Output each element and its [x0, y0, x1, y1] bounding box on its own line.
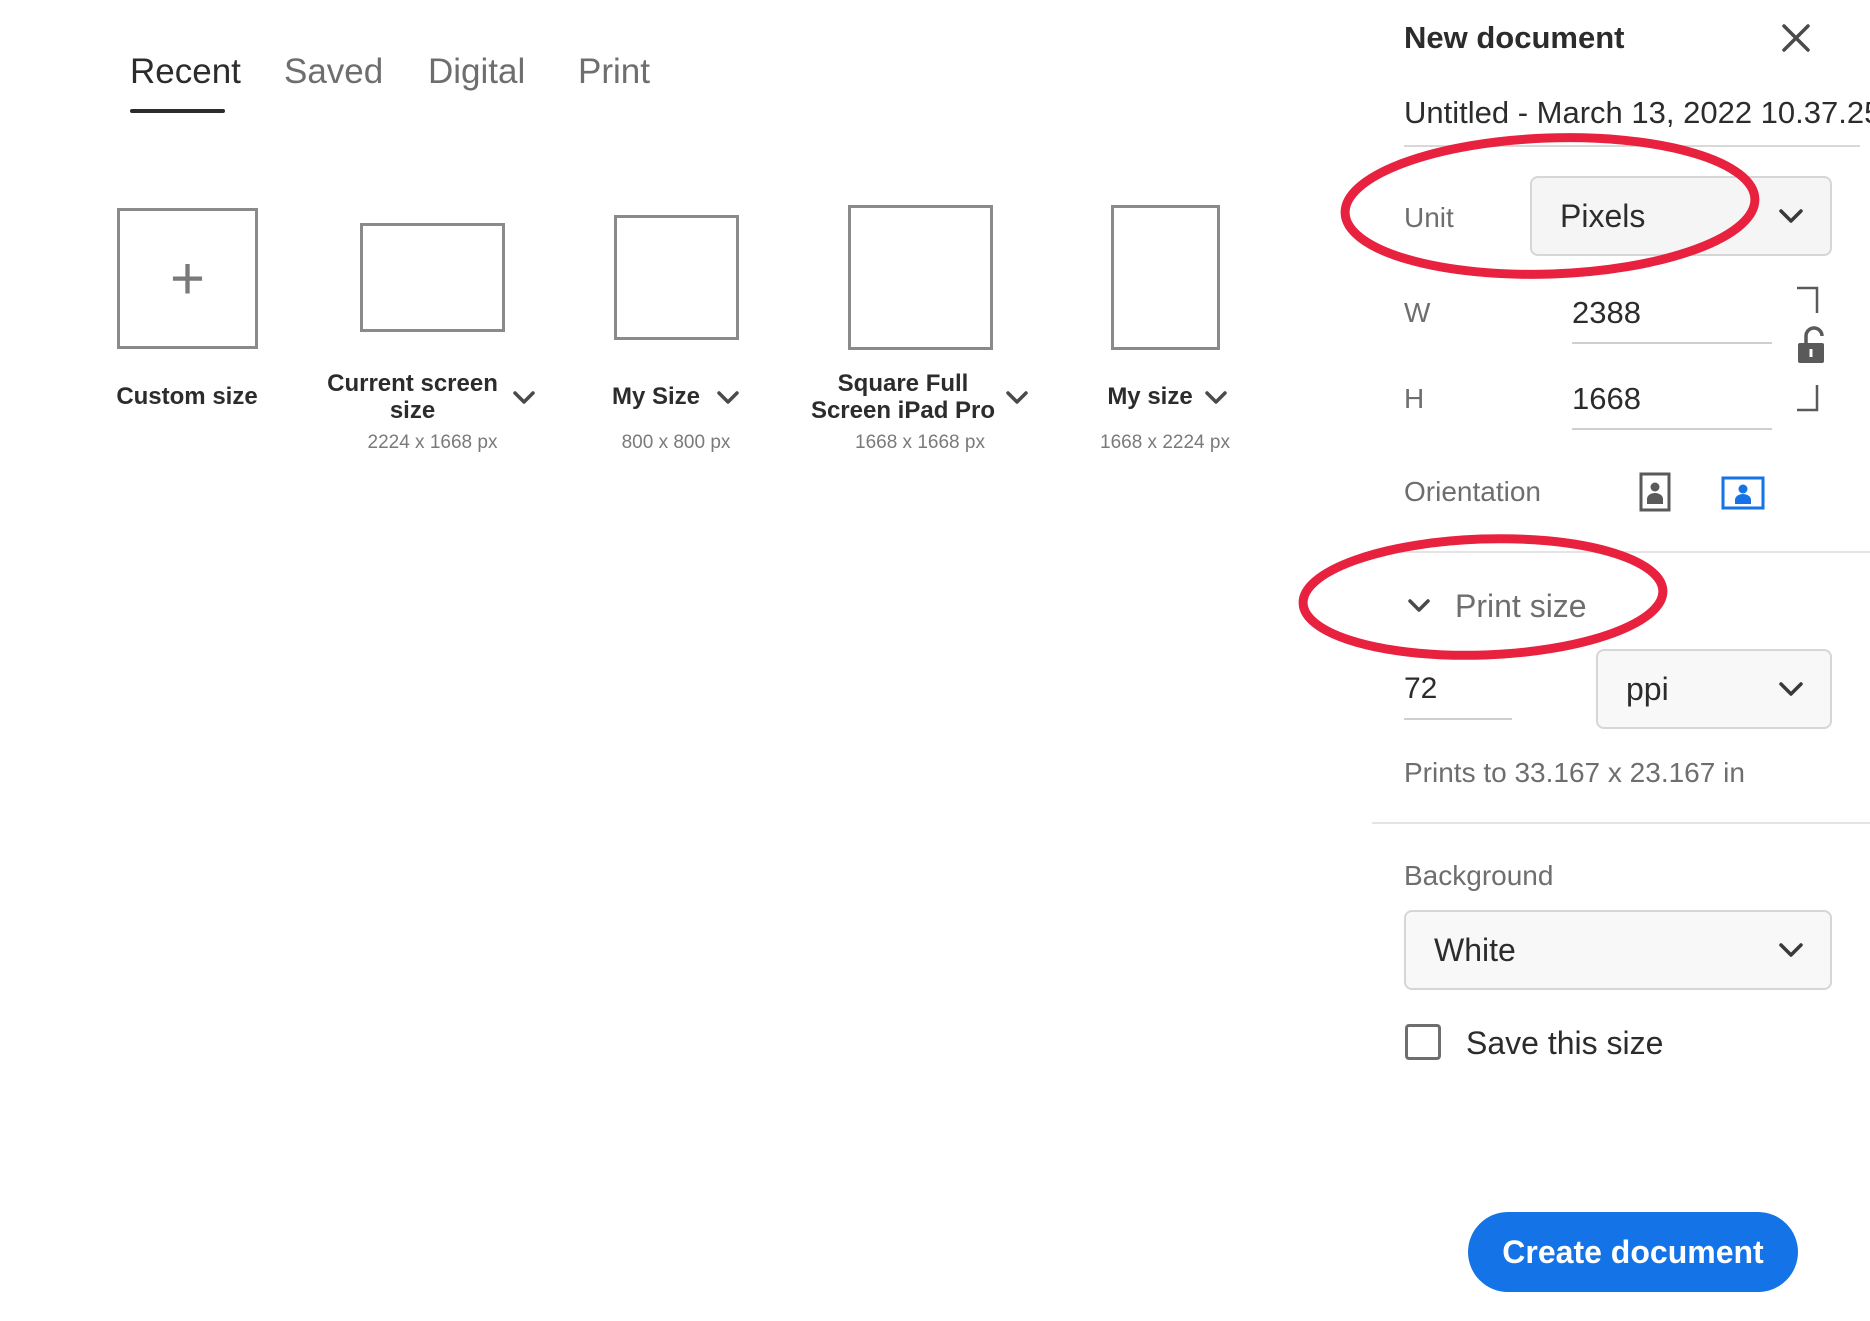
active-tab-indicator [130, 109, 225, 113]
preset-name-my-size-800: My Size [611, 383, 701, 410]
tab-saved[interactable]: Saved [284, 52, 383, 92]
close-icon[interactable] [1776, 18, 1816, 58]
document-name-field[interactable]: Untitled - March 13, 2022 10.37.25 [1404, 95, 1870, 131]
chevron-down-icon [1779, 682, 1803, 696]
preset-dims-square-ipad-pro: 1668 x 1668 px [855, 432, 985, 453]
custom-size-thumbnail[interactable]: + [117, 208, 258, 349]
save-size-checkbox[interactable] [1405, 1024, 1441, 1060]
create-document-button[interactable]: Create document [1468, 1212, 1798, 1292]
preset-name-current-screen-size: Current screen size [327, 370, 498, 424]
chevron-down-icon[interactable] [1407, 598, 1431, 614]
background-label: Background [1404, 860, 1554, 891]
height-label: H [1404, 383, 1425, 414]
chevron-down-icon[interactable] [1005, 390, 1029, 406]
document-name-underline [1404, 145, 1860, 147]
chevron-down-icon[interactable] [716, 390, 740, 406]
preset-dims-my-size-800: 800 x 800 px [621, 432, 731, 453]
chevron-down-icon [1779, 943, 1803, 957]
current-screen-size-thumbnail[interactable] [360, 223, 505, 332]
landscape-icon[interactable] [1721, 476, 1765, 510]
tab-recent[interactable]: Recent [130, 52, 241, 92]
preset-name-square-ipad-pro: Square Full Screen iPad Pro [810, 370, 996, 424]
orientation-label: Orientation [1404, 476, 1541, 507]
print-size-toggle[interactable]: Print size [1455, 588, 1587, 625]
save-size-label: Save this size [1466, 1025, 1664, 1061]
panel-title: New document [1404, 20, 1625, 55]
width-label: W [1404, 297, 1431, 328]
my-size-portrait-thumbnail[interactable] [1111, 205, 1220, 350]
lock-open-icon[interactable] [1796, 325, 1830, 367]
preset-name-my-size-portrait: My size [1107, 383, 1193, 410]
unit-label: Unit [1404, 202, 1454, 233]
unit-dropdown[interactable]: Pixels [1530, 176, 1832, 256]
height-underline [1572, 428, 1772, 430]
preset-name-custom-size: Custom size [116, 383, 258, 410]
resolution-unit-dropdown[interactable]: ppi [1596, 649, 1832, 729]
resolution-underline [1404, 718, 1512, 720]
section-divider [1372, 551, 1870, 553]
unit-dropdown-value: Pixels [1560, 198, 1646, 234]
background-dropdown[interactable]: White [1404, 910, 1832, 990]
background-dropdown-value: White [1434, 932, 1516, 968]
tab-print[interactable]: Print [578, 52, 650, 92]
tab-digital[interactable]: Digital [428, 52, 525, 92]
height-input[interactable]: 1668 [1572, 381, 1641, 417]
resolution-unit-value: ppi [1626, 671, 1669, 707]
chevron-down-icon [1779, 209, 1803, 223]
width-input[interactable]: 2388 [1572, 295, 1641, 331]
chevron-down-icon[interactable] [512, 390, 536, 406]
preset-dims-my-size-portrait: 1668 x 2224 px [1100, 432, 1230, 453]
section-divider [1372, 822, 1870, 824]
portrait-icon[interactable] [1639, 472, 1671, 512]
my-size-800-thumbnail[interactable] [614, 215, 739, 340]
square-ipad-thumbnail[interactable] [848, 205, 993, 350]
resolution-input[interactable]: 72 [1404, 672, 1437, 706]
width-underline [1572, 342, 1772, 344]
chevron-down-icon[interactable] [1204, 390, 1228, 406]
plus-icon: + [169, 245, 206, 312]
prints-to-text: Prints to 33.167 x 23.167 in [1404, 757, 1745, 788]
preset-dims-current-screen-size: 2224 x 1668 px [367, 432, 498, 453]
